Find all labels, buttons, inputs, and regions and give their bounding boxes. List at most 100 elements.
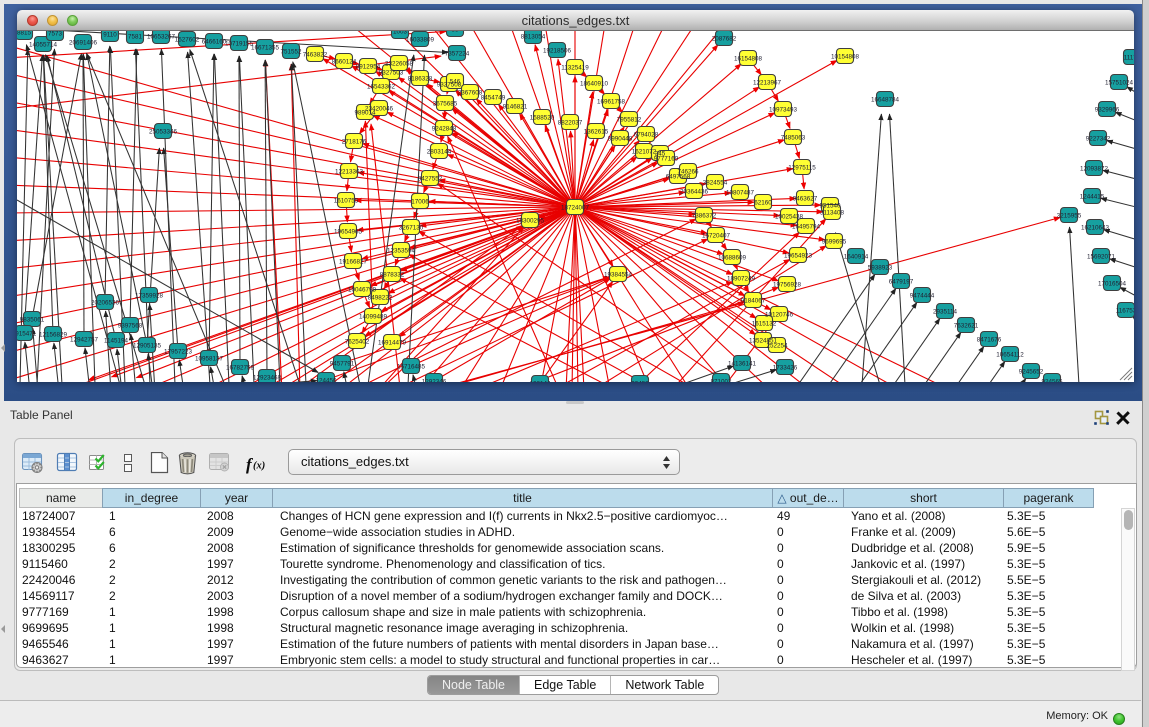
svg-text:8660124: 8660124 [332, 59, 357, 66]
svg-text:7625402: 7625402 [345, 339, 370, 346]
svg-text:23420046: 23420046 [365, 106, 394, 113]
svg-text:9457791: 9457791 [330, 361, 355, 368]
svg-text:9463627: 9463627 [793, 196, 818, 203]
svg-text:10973493: 10973493 [769, 107, 798, 114]
svg-text:16543362: 16543362 [367, 84, 396, 91]
svg-text:8912954: 8912954 [356, 64, 381, 71]
svg-text:20364436: 20364436 [680, 189, 709, 196]
svg-text:8186328: 8186328 [408, 76, 433, 83]
svg-text:15720407: 15720407 [702, 233, 731, 240]
svg-text:10046798: 10046798 [348, 287, 377, 294]
svg-text:1527602: 1527602 [175, 37, 200, 44]
svg-text:1621072: 1621072 [632, 149, 657, 156]
svg-text:7463822: 7463822 [303, 52, 328, 59]
svg-text:7581: 7581 [128, 34, 143, 41]
svg-text:14099489: 14099489 [359, 314, 388, 321]
svg-text:7485063: 7485063 [781, 135, 806, 142]
svg-text:3113408: 3113408 [820, 210, 845, 217]
svg-text:10688609: 10688609 [718, 255, 747, 262]
svg-text:12156829: 12156829 [39, 332, 68, 339]
svg-text:18724007: 18724007 [561, 205, 590, 212]
svg-text:19756928: 19756928 [773, 282, 802, 289]
svg-text:16495794: 16495794 [792, 224, 821, 231]
svg-text:3915471: 3915471 [17, 331, 37, 338]
svg-text:9110: 9110 [103, 32, 117, 39]
svg-text:9835061: 9835061 [20, 317, 45, 324]
svg-text:12942757: 12942757 [70, 337, 99, 344]
svg-text:17957223: 17957223 [164, 349, 193, 356]
svg-text:15751024: 15751024 [1105, 80, 1134, 87]
svg-text:16648784: 16648784 [871, 97, 900, 104]
svg-text:9699695: 9699695 [822, 239, 847, 246]
svg-text:12975115: 12975115 [788, 165, 816, 172]
svg-text:6794028: 6794028 [634, 132, 659, 139]
svg-text:546: 546 [450, 79, 461, 86]
svg-text:23226058: 23226058 [385, 61, 414, 68]
svg-text:103144: 103144 [529, 381, 551, 383]
svg-text:1145194: 1145194 [104, 338, 129, 345]
svg-text:11174: 11174 [1124, 55, 1134, 62]
svg-text:2718176: 2718176 [342, 139, 367, 146]
svg-text:10120746: 10120746 [765, 312, 794, 319]
svg-text:951540: 951540 [819, 203, 841, 210]
svg-text:16033809: 16033809 [406, 37, 435, 44]
svg-text:7573: 7573 [48, 31, 63, 38]
svg-text:1610755: 1610755 [334, 198, 359, 205]
svg-text:9474444: 9474444 [910, 293, 935, 300]
svg-text:19654965: 19654965 [334, 229, 363, 236]
svg-text:12923468: 12923468 [253, 375, 282, 382]
svg-text:15716485: 15716485 [397, 364, 426, 371]
svg-text:12353594: 12353594 [387, 248, 416, 255]
svg-text:62160: 62160 [754, 200, 772, 207]
svg-text:20206536: 20206536 [91, 300, 120, 307]
svg-text:10653267: 10653267 [147, 34, 176, 41]
svg-text:99453: 99453 [631, 381, 649, 383]
svg-text:9329966: 9329966 [1095, 107, 1120, 114]
svg-text:9397568: 9397568 [118, 323, 143, 330]
svg-text:16210643: 16210643 [1081, 225, 1110, 232]
svg-text:16961758: 16961758 [597, 99, 626, 106]
svg-text:16782759: 16782759 [226, 365, 255, 372]
svg-text:15692071: 15692071 [1087, 254, 1116, 261]
svg-text:10025438: 10025438 [775, 214, 804, 221]
svg-text:2087682: 2087682 [712, 36, 737, 43]
svg-text:12213967: 12213967 [753, 80, 782, 87]
svg-text:6466160: 6466160 [202, 39, 227, 46]
svg-text:19166827: 19166827 [339, 259, 368, 266]
svg-text:19654923: 19654923 [784, 253, 813, 260]
svg-text:12093872: 12093872 [1080, 166, 1109, 173]
svg-text:18300295: 18300295 [516, 218, 545, 225]
svg-text:6479197: 6479197 [889, 279, 914, 286]
svg-text:2367608: 2367608 [458, 90, 483, 97]
svg-text:8471676: 8471676 [977, 337, 1002, 344]
svg-text:1615132: 1615132 [752, 321, 777, 328]
svg-text:12213363: 12213363 [335, 169, 364, 176]
svg-text:3675685: 3675685 [433, 101, 458, 108]
svg-text:19218506: 19218506 [543, 48, 572, 55]
svg-text:10654112: 10654112 [996, 352, 1024, 359]
svg-text:10958137: 10958137 [195, 356, 224, 363]
svg-text:25053346: 25053346 [149, 129, 178, 136]
svg-text:17359928: 17359928 [135, 293, 164, 300]
svg-text:8498222: 8498222 [368, 295, 393, 302]
svg-text:12905135: 12905135 [133, 343, 162, 350]
svg-text:14055714: 14055714 [29, 42, 58, 49]
svg-text:252254: 252254 [766, 343, 788, 350]
svg-text:1003: 1003 [393, 31, 408, 36]
svg-text:1733426: 1733426 [773, 365, 798, 372]
svg-text:10154808: 10154808 [831, 54, 860, 61]
svg-text:8815: 8815 [17, 31, 31, 37]
svg-text:17016504: 17016504 [1098, 281, 1127, 288]
svg-text:924565: 924565 [1041, 379, 1063, 383]
svg-text:16154808: 16154808 [734, 56, 763, 63]
svg-text:9184067: 9184067 [741, 298, 766, 305]
svg-text:(x): (x) [253, 461, 265, 472]
svg-text:9245652: 9245652 [1019, 369, 1044, 376]
svg-text:9227342: 9227342 [1086, 136, 1111, 143]
svg-text:9777169: 9777169 [654, 156, 679, 163]
svg-text:746266: 746266 [677, 169, 699, 176]
svg-text:10807487: 10807487 [726, 190, 755, 197]
svg-text:16671355: 16671355 [251, 45, 280, 52]
svg-text:11325419: 11325419 [561, 65, 589, 72]
svg-text:1588520: 1588520 [530, 115, 555, 122]
